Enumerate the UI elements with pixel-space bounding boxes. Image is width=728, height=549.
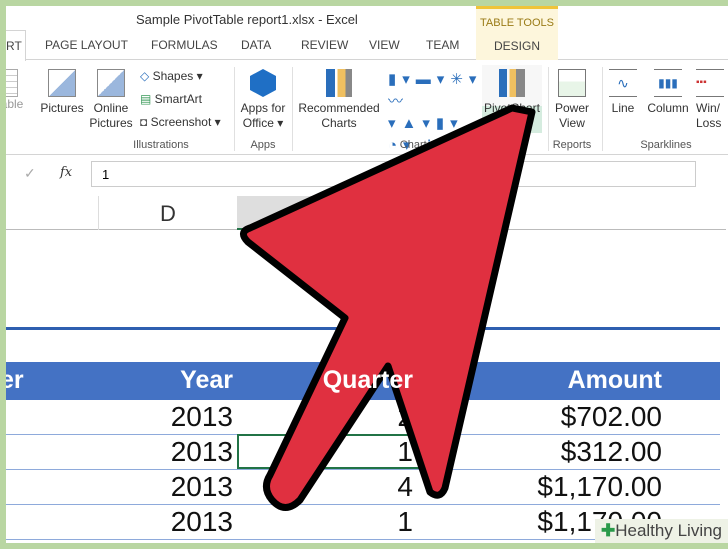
red-arrow-annotation [240, 104, 536, 511]
plus-logo-icon: ✚ [600, 521, 616, 540]
watermark: ✚Healthy Living [594, 519, 728, 543]
watermark-text: Healthy Living [615, 521, 722, 540]
header-quarter[interactable]: Quarter [323, 366, 413, 395]
arrow-shape [240, 104, 536, 511]
excel-window: Sample PivotTable report1.xlsx - Excel R… [6, 6, 728, 543]
